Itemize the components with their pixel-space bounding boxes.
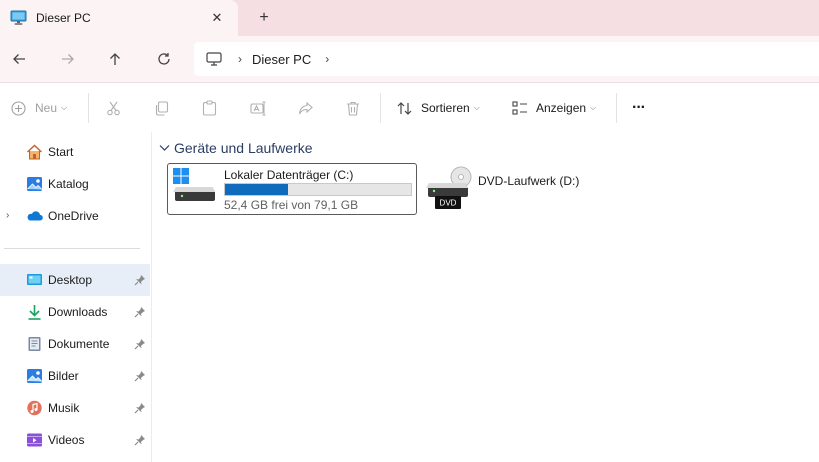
music-icon [27,400,42,416]
cloud-icon [27,211,43,221]
rename-icon [250,100,266,116]
dvd-drive-icon: DVD [426,166,472,209]
refresh-icon [158,53,170,65]
content-pane: Geräte und Laufwerke Lokaler Datenträger… [153,132,819,462]
computer-icon [10,10,27,25]
toolbar-divider [88,93,89,123]
sort-icon [397,101,412,115]
more-options-icon[interactable]: ··· [632,83,646,133]
share-icon [298,101,313,114]
desktop-icon [27,274,42,285]
paste-button[interactable] [202,83,217,133]
computer-icon [206,51,222,66]
chevron-right-icon[interactable]: › [238,52,242,66]
sidebar-item-videos[interactable]: Videos [0,424,150,456]
gallery-icon [27,177,43,191]
tab-dieser-pc[interactable]: Dieser PC ✕ [0,0,238,36]
delete-button[interactable] [346,83,360,133]
storage-progress-bar [224,183,412,196]
pin-icon[interactable] [134,434,146,446]
group-header-devices[interactable]: Geräte und Laufwerke [159,140,313,156]
windows-drive-icon [173,168,215,201]
sidebar-item-label: Musik [48,401,80,415]
up-arrow-icon [110,53,120,65]
pin-icon[interactable] [134,274,146,286]
back-button[interactable] [7,47,31,71]
chevron-down-icon: ⌵ [473,103,480,112]
pictures-icon [27,369,43,383]
navigation-bar: › Dieser PC › [0,36,819,82]
cut-button[interactable] [106,83,121,133]
back-arrow-icon [13,54,25,64]
sidebar-item-label: Dokumente [48,337,110,351]
tab-close-icon[interactable]: ✕ [208,9,226,27]
dvd-badge-label: DVD [440,199,457,208]
sidebar-item-label: OneDrive [48,209,99,223]
view-label: Anzeigen [536,101,587,115]
sidebar-item-downloads[interactable]: Downloads [0,296,150,328]
view-button[interactable]: Anzeigen ⌵ [512,83,596,133]
drive-name: Lokaler Datenträger (C:) [224,168,354,182]
document-icon [28,337,41,351]
sidebar-item-desktop[interactable]: Desktop [0,264,150,296]
cut-icon [107,101,120,115]
sidebar-item-dokumente[interactable]: Dokumente [0,328,150,360]
sidebar-item-label: Desktop [48,273,93,287]
breadcrumb-dieser-pc[interactable]: Dieser PC [252,52,311,67]
sort-button[interactable]: Sortieren ⌵ [397,83,480,133]
share-button[interactable] [298,83,313,133]
pin-icon[interactable] [134,306,146,318]
sidebar-item-label: Downloads [48,305,108,319]
copy-icon [155,100,169,116]
tab-title: Dieser PC [36,11,91,25]
pin-icon[interactable] [134,402,146,414]
drive-item-c[interactable]: Lokaler Datenträger (C:) 52,4 GB frei vo… [167,163,417,215]
pin-icon[interactable] [134,370,146,382]
group-label: Geräte und Laufwerke [174,140,313,156]
sidebar-item-start[interactable]: Start [0,136,150,168]
storage-used-fill [225,184,288,195]
address-bar[interactable]: › Dieser PC › [194,42,819,76]
drive-space-text: 52,4 GB frei von 79,1 GB [224,198,359,212]
home-icon [27,144,42,160]
chevron-down-icon: ⌵ [590,103,597,112]
title-bar: Dieser PC ✕ + [0,0,819,36]
download-icon [28,305,41,320]
view-icon [512,101,527,115]
new-label: Neu [35,101,58,115]
forward-arrow-icon [62,54,74,64]
drive-item-d[interactable]: DVD DVD-Laufwerk (D:) [425,163,595,215]
pin-icon[interactable] [134,338,146,350]
toolbar-divider [380,93,381,123]
sidebar-item-katalog[interactable]: Katalog [0,168,150,200]
sidebar-item-musik[interactable]: Musik [0,392,150,424]
copy-button[interactable] [154,83,169,133]
sidebar-item-label: Bilder [48,369,79,383]
chevron-down-icon: ⌵ [61,103,68,112]
refresh-button[interactable] [152,47,176,71]
navigation-pane: Start Katalog › OneDrive Desktop Downloa… [0,132,152,462]
videos-icon [27,433,42,447]
toolbar-divider [616,93,617,123]
drive-name: DVD-Laufwerk (D:) [478,174,580,188]
chevron-down-icon [159,145,170,151]
chevron-right-icon[interactable]: › [325,52,329,66]
chevron-right-icon[interactable]: › [6,210,9,221]
command-bar: Neu ⌵ Sortieren ⌵ Anzeigen ⌵ ··· [0,82,819,132]
plus-circle-icon [11,100,26,116]
sidebar-divider [4,248,140,249]
sidebar-item-label: Start [48,145,74,159]
sidebar-item-bilder[interactable]: Bilder [0,360,150,392]
paste-icon [202,100,217,116]
delete-icon [347,101,359,116]
sidebar-item-label: Katalog [48,177,89,191]
forward-button[interactable] [56,47,80,71]
new-tab-icon[interactable]: + [254,8,274,28]
rename-button[interactable] [250,83,266,133]
sort-label: Sortieren [421,101,470,115]
up-button[interactable] [103,47,127,71]
sidebar-item-label: Videos [48,433,85,447]
sidebar-item-onedrive[interactable]: › OneDrive [0,200,150,232]
new-button[interactable]: Neu ⌵ [11,83,67,133]
